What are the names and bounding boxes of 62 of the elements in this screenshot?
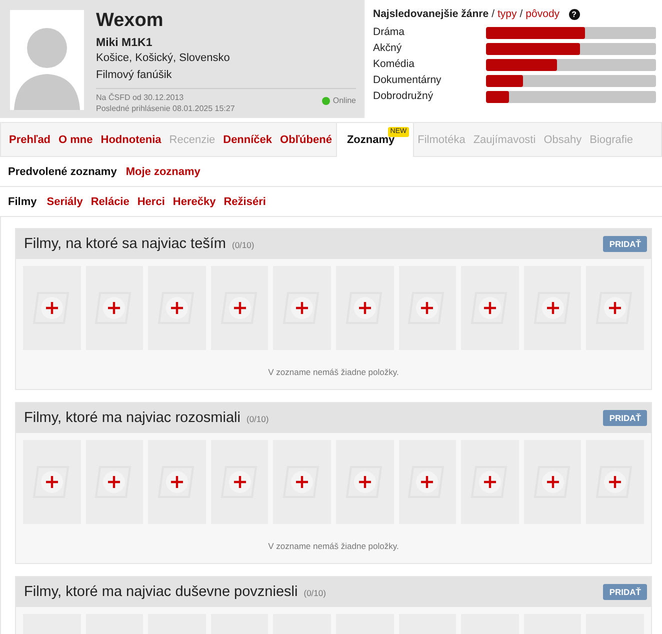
add-button[interactable]: PRIDAŤ (603, 236, 647, 252)
empty-slot[interactable] (148, 266, 206, 350)
real-name: Miki M1K1 (96, 36, 154, 50)
empty-slot[interactable] (23, 266, 81, 350)
empty-list-text: V zozname nemáš žiadne položky. (267, 540, 400, 553)
list-title: Filmy, na ktoré sa najviac teším (24, 236, 226, 252)
empty-slot[interactable] (398, 266, 456, 350)
empty-slot[interactable] (148, 440, 206, 524)
empty-slot[interactable] (461, 440, 519, 524)
list-count: (0/10) (304, 588, 326, 598)
separator-text: / (492, 8, 494, 20)
category-tab[interactable]: Seriály (42, 196, 87, 208)
empty-slot[interactable] (86, 440, 144, 524)
profile-tab[interactable]: O mne (54, 123, 97, 156)
empty-slot[interactable] (586, 440, 644, 524)
member-since-text: Na ČSFD od 30.12.2013 (96, 92, 185, 103)
category-tab[interactable]: Herci (133, 196, 169, 208)
empty-list-text: V zozname nemáš žiadne položky. (267, 366, 400, 379)
location-text: Košice, Košický, Slovensko (96, 51, 231, 66)
help-icon[interactable]: ? (568, 8, 580, 20)
category-tab[interactable]: Režiséri (220, 196, 270, 208)
username: Wexom (96, 10, 164, 32)
empty-slot[interactable] (336, 440, 394, 524)
empty-slot[interactable] (336, 266, 394, 350)
empty-slot[interactable] (524, 440, 582, 524)
empty-slot[interactable] (23, 440, 81, 524)
empty-slot[interactable] (398, 440, 456, 524)
genre-label: Dráma (373, 26, 406, 39)
last-login-text: Posledné prihlásenie 08.01.2025 15:27 (96, 103, 235, 114)
profile-tab[interactable]: Prehľad (1, 123, 55, 156)
genre-label: Akčný (373, 42, 403, 55)
add-button[interactable]: PRIDAŤ (603, 584, 647, 600)
empty-slot[interactable] (210, 440, 268, 524)
status-text: Online (332, 95, 356, 106)
profile-tab[interactable]: Obľúbené (276, 123, 336, 156)
list-type-tab[interactable]: Moje zoznamy (122, 166, 206, 178)
list-type-tab[interactable]: Predvolené zoznamy (0, 166, 122, 178)
empty-slot[interactable] (210, 266, 268, 350)
list-count: (0/10) (232, 240, 254, 250)
category-tab[interactable]: Filmy (0, 196, 43, 208)
profile-tab[interactable]: Denníček (219, 123, 276, 156)
genres-title: Najsledovanejšie žánre (373, 8, 489, 20)
empty-slot[interactable] (461, 266, 519, 350)
origins-link[interactable]: pôvody (526, 8, 560, 20)
empty-slot[interactable] (273, 266, 331, 350)
category-tab[interactable]: Relácie (86, 196, 134, 208)
profile-tab[interactable]: Hodnotenia (96, 123, 166, 156)
rank-text: Filmový fanúšik (96, 68, 173, 83)
empty-slot[interactable] (524, 266, 582, 350)
empty-slot[interactable] (586, 266, 644, 350)
types-link[interactable]: typy (497, 8, 517, 20)
genre-label: Dobrodružný (373, 90, 434, 103)
category-tab[interactable]: Herečky (168, 196, 220, 208)
genre-label: Dokumentárny (373, 74, 442, 87)
empty-slot[interactable] (273, 440, 331, 524)
add-button[interactable]: PRIDAŤ (603, 410, 647, 426)
list-count: (0/10) (246, 414, 269, 424)
list-title: Filmy, ktoré ma najviac duševne povzniesli (24, 584, 298, 600)
list-title: Filmy, ktoré ma najviac rozosmiali (24, 410, 240, 426)
empty-slot[interactable] (86, 266, 144, 350)
genre-label: Komédia (373, 58, 416, 71)
separator-text: / (520, 8, 523, 20)
